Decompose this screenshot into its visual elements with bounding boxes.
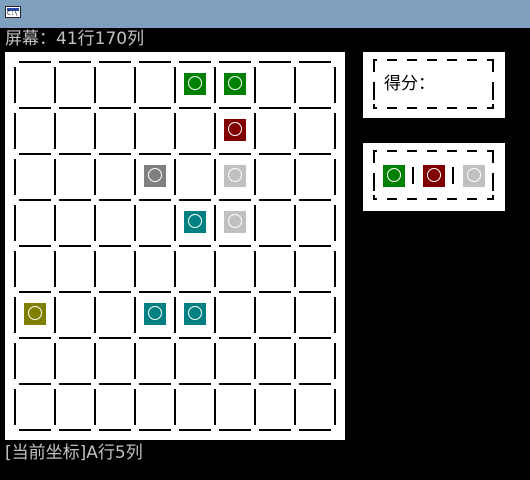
next-separator — [412, 167, 414, 184]
screen-size-info: 屏幕：41行170列 — [5, 29, 145, 49]
ball-piece[interactable] — [184, 211, 206, 233]
ball-piece[interactable] — [144, 165, 166, 187]
title-bar — [0, 0, 530, 28]
score-label: 得分： — [384, 74, 435, 94]
ball-piece[interactable] — [224, 211, 246, 233]
next-ball-1 — [383, 165, 405, 187]
ball-piece[interactable] — [224, 165, 246, 187]
ball-piece[interactable] — [184, 73, 206, 95]
ball-piece[interactable] — [224, 73, 246, 95]
board-grid-lines — [14, 61, 336, 431]
ball-piece[interactable] — [24, 303, 46, 325]
ball-piece[interactable] — [224, 119, 246, 141]
score-panel: 得分： — [363, 52, 505, 118]
ball-piece[interactable] — [144, 303, 166, 325]
cursor-position-status: [当前坐标]A行5列 — [5, 443, 143, 463]
ball-piece[interactable] — [184, 303, 206, 325]
next-ball-2 — [423, 165, 445, 187]
next-separator — [452, 167, 454, 184]
next-ball-3 — [463, 165, 485, 187]
game-board[interactable] — [5, 52, 345, 440]
console-icon — [5, 6, 21, 18]
next-balls-panel — [363, 143, 505, 211]
